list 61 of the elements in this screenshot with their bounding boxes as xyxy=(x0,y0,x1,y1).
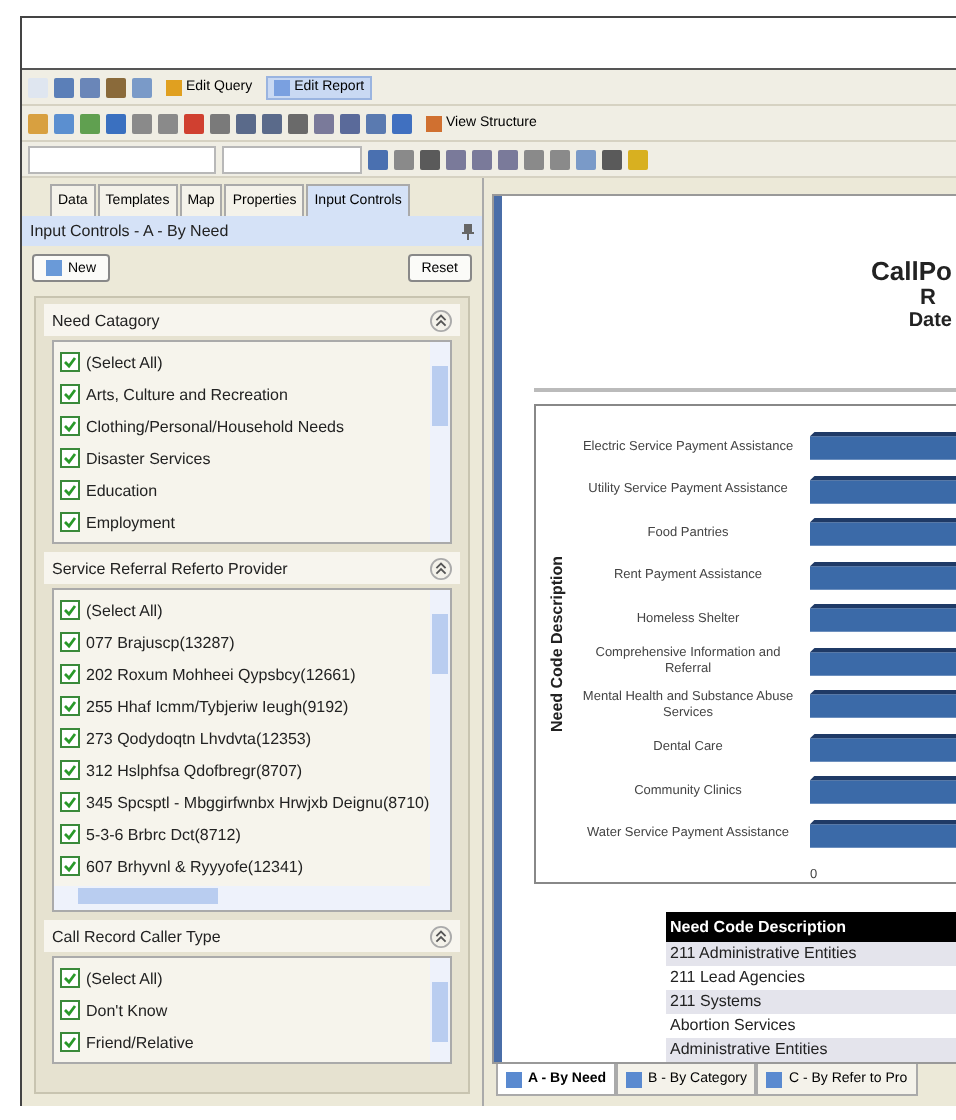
table-cell-text: Abortion Services xyxy=(668,1014,798,1038)
item-label: Employment xyxy=(86,513,175,531)
vertical-scrollbar[interactable] xyxy=(430,590,450,886)
checkbox[interactable] xyxy=(60,728,80,748)
item-label: Friend/Relative xyxy=(86,1033,194,1051)
y-axis-label: Need Code Description xyxy=(548,555,566,732)
group-title: Call Record Caller Type xyxy=(52,927,221,945)
item-label: 255 Hhaf Icmm/Tybjeriw Ieugh(9192) xyxy=(86,697,349,715)
checkbox[interactable] xyxy=(60,480,80,500)
item-label: Clothing/Personal/Household Needs xyxy=(86,417,344,435)
vertical-scrollbar[interactable] xyxy=(430,342,450,542)
group-title: Service Referral Referto Provider xyxy=(52,559,288,577)
checkbox[interactable] xyxy=(60,760,80,780)
checkbox[interactable] xyxy=(60,416,80,436)
item-label: 5-3-6 Brbrc Dct(8712) xyxy=(86,825,241,843)
checkbox[interactable] xyxy=(60,856,80,876)
item-label: 345 Spcsptl - Mbggirfwnbx Hrwjxb Deignu(8710) xyxy=(86,793,430,811)
table-cell-text: 211 Lead Agencies xyxy=(668,966,807,990)
item-label: Don't Know xyxy=(86,1001,168,1019)
checkbox[interactable] xyxy=(60,384,80,404)
panel-title: Input Controls - A - By Need xyxy=(30,222,229,240)
item-label: (Select All) xyxy=(86,969,163,987)
item-label: Education xyxy=(86,481,158,499)
checkbox[interactable] xyxy=(60,352,80,372)
item-label: Disaster Services xyxy=(86,449,211,467)
report-title: Date xyxy=(908,310,952,332)
item-label: (Select All) xyxy=(86,353,163,371)
group-header[interactable]: Call Record Caller Type xyxy=(44,920,460,952)
group-header[interactable]: Service Referral Referto Provider xyxy=(44,552,460,584)
group-header[interactable]: Need Catagory xyxy=(44,304,460,336)
checkbox[interactable] xyxy=(60,1000,80,1020)
item-label: 312 Hslphfsa Qdofbregr(8707) xyxy=(86,761,303,779)
collapse-icon[interactable] xyxy=(430,925,452,947)
table-header: Need Code Description xyxy=(666,912,956,942)
checkbox[interactable] xyxy=(60,696,80,716)
report-title: R xyxy=(920,286,938,310)
collapse-icon[interactable] xyxy=(430,309,452,331)
group-title: Need Catagory xyxy=(52,311,160,329)
report-title: CallPo xyxy=(871,256,952,286)
checkbox[interactable] xyxy=(60,968,80,988)
pin-icon[interactable] xyxy=(462,223,474,239)
item-label: (Select All) xyxy=(86,601,163,619)
collapse-icon[interactable] xyxy=(430,557,452,579)
item-label: 202 Roxum Mohheei Qypsbcy(12661) xyxy=(86,665,356,683)
item-label: Arts, Culture and Recreation xyxy=(86,385,288,403)
item-label: 607 Brhyvnl & Ryyyofe(12341) xyxy=(86,857,303,875)
checkbox[interactable] xyxy=(60,792,80,812)
vertical-scrollbar[interactable] xyxy=(430,958,450,1062)
table-cell: Administrative Entities xyxy=(666,1038,956,1062)
checkbox[interactable] xyxy=(60,1032,80,1052)
table-cell: 211 Systems xyxy=(666,990,956,1014)
checkbox[interactable] xyxy=(60,600,80,620)
checkbox[interactable] xyxy=(60,664,80,684)
item-label: 273 Qodydoqtn Lhvdvta(12353) xyxy=(86,729,312,747)
item-label: 077 Brajuscp(13287) xyxy=(86,633,235,651)
checkbox[interactable] xyxy=(60,632,80,652)
horizontal-scrollbar[interactable] xyxy=(54,886,450,910)
checkbox[interactable] xyxy=(60,448,80,468)
table-cell: 211 Administrative Entities xyxy=(666,942,956,966)
checkbox[interactable] xyxy=(60,512,80,532)
checkbox[interactable] xyxy=(60,824,80,844)
